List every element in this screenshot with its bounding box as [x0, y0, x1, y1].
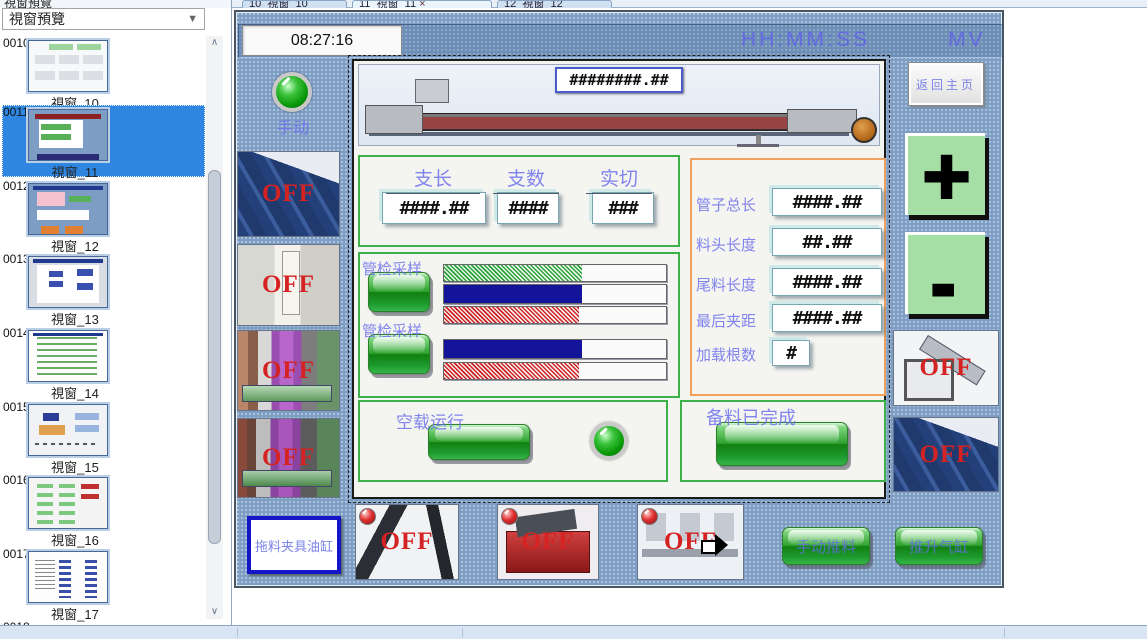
sampling-button-1[interactable]: [368, 272, 430, 312]
machine-image-cutter[interactable]: OFF: [497, 504, 599, 580]
machine-image-clamp-left[interactable]: OFF: [237, 151, 340, 237]
progress-bar-red-1[interactable]: [443, 306, 667, 324]
hmi-editor-window: 10 視窗_10 11 視窗_11 × 12 視窗_12 視窗預覽 視窗預覽 ▼…: [0, 0, 1147, 639]
machine-image-feeder-2[interactable]: OFF: [237, 418, 340, 498]
scroll-up-icon[interactable]: ∧: [206, 36, 223, 50]
machine-image-feeder-1[interactable]: OFF: [237, 330, 340, 411]
preview-pane-title: 視窗預覽: [9, 9, 65, 29]
plus-button[interactable]: +: [905, 133, 985, 215]
progress-bar-navy-2[interactable]: [443, 339, 667, 359]
minus-button[interactable]: -: [905, 232, 985, 314]
tab-window-10[interactable]: 10 視窗_10: [242, 0, 347, 8]
status-bar: [0, 625, 1147, 639]
window-thumbnail[interactable]: [28, 109, 108, 161]
off-status-label: OFF: [920, 441, 973, 469]
sidebar-item-window-13[interactable]: 0013 視窗_13: [2, 252, 205, 324]
home-button[interactable]: 返回主页: [908, 62, 984, 106]
window-thumbnail[interactable]: [28, 40, 108, 92]
machine-length-value: ########.##: [569, 71, 668, 89]
off-status-label: OFF: [262, 444, 315, 472]
pipe-tail-length-display[interactable]: ####.##: [772, 268, 882, 296]
sidebar-item-window-11[interactable]: 0011 視窗_11: [2, 105, 205, 177]
clock-display[interactable]: 08:27:16: [242, 25, 402, 56]
sidebar-title-clipped: 視窗預覽: [0, 0, 231, 8]
machine-image-hopper[interactable]: OFF: [355, 504, 459, 580]
scrollbar-thumb[interactable]: [208, 170, 221, 544]
idle-run-button[interactable]: [428, 424, 530, 460]
counter-value-cut[interactable]: ###: [592, 192, 654, 224]
scroll-down-icon[interactable]: ∨: [206, 605, 223, 619]
machine-length-display[interactable]: ########.##: [555, 67, 683, 93]
clamp-cylinder-button[interactable]: 拖料夹具油缸: [247, 516, 341, 574]
off-status-label: OFF: [262, 271, 315, 299]
document-tab-strip: 10 視窗_10 11 視窗_11 × 12 視窗_12: [232, 0, 1147, 8]
manual-mode-led[interactable]: [272, 72, 312, 112]
load-count-display[interactable]: #: [772, 340, 810, 366]
off-status-label: OFF: [381, 528, 434, 556]
progress-bar-navy-1[interactable]: [443, 284, 667, 304]
off-status-label: OFF: [522, 528, 575, 556]
machine-image-cylinder[interactable]: OFF: [237, 244, 340, 326]
off-status-label: OFF: [262, 180, 315, 208]
red-led-icon: [641, 508, 658, 525]
window-preview-sidebar: 視窗預覽 視窗預覽 ▼ 0010 視窗_10 0011 視窗_11 0012 視…: [0, 0, 232, 625]
window-thumbnail[interactable]: [28, 404, 108, 456]
clock-value: 08:27:16: [291, 32, 353, 50]
counter-value-length[interactable]: ####.##: [382, 192, 486, 224]
run-indicator-led[interactable]: [590, 422, 628, 460]
window-thumbnail[interactable]: [28, 330, 108, 382]
tab-window-11[interactable]: 11 視窗_11 ×: [352, 0, 492, 8]
tab-close-icon[interactable]: ×: [419, 0, 425, 8]
sampling-button-2[interactable]: [368, 334, 430, 374]
machine-image-clamp-right[interactable]: OFF: [893, 417, 999, 492]
progress-bar-green[interactable]: [443, 264, 667, 282]
off-status-label: OFF: [920, 354, 973, 382]
machine-illustration[interactable]: ########.##: [358, 64, 880, 146]
manual-push-button[interactable]: 手动推料: [782, 527, 870, 565]
window-thumbnail[interactable]: [28, 551, 108, 603]
pipe-total-length-display[interactable]: ####.##: [772, 188, 882, 216]
window-thumbnail[interactable]: [28, 256, 108, 308]
sidebar-scrollbar[interactable]: ∧ ∨: [206, 36, 223, 619]
window-thumbnail[interactable]: [28, 477, 108, 529]
lift-cylinder-button[interactable]: 推升气缸: [895, 527, 983, 565]
sidebar-item-window-17[interactable]: 0017 視窗_17: [2, 547, 205, 619]
sidebar-item-window-10[interactable]: 0010 視窗_10: [2, 36, 205, 108]
sidebar-item-window-12[interactable]: 0012 視窗_12: [2, 179, 205, 251]
pipe-head-length-display[interactable]: ##.##: [772, 228, 882, 256]
red-led-icon: [359, 508, 376, 525]
sidebar-item-window-14[interactable]: 0014 視窗_14: [2, 326, 205, 398]
chevron-down-icon: ▼: [187, 13, 198, 25]
pipe-last-clamp-display[interactable]: ####.##: [772, 304, 882, 332]
progress-bar-red-2[interactable]: [443, 362, 667, 380]
red-led-icon: [501, 508, 518, 525]
time-format-label[interactable]: HH:MM:SS: [741, 28, 870, 52]
sidebar-item-window-16[interactable]: 0016 視窗_16: [2, 473, 205, 545]
counter-value-count[interactable]: ####: [497, 192, 559, 224]
off-status-label: OFF: [262, 357, 315, 385]
tab-window-12[interactable]: 12 視窗_12: [497, 0, 612, 8]
sidebar-item-window-15[interactable]: 0015 視窗_15: [2, 400, 205, 472]
preview-pane-selector[interactable]: 視窗預覽 ▼: [2, 8, 205, 30]
arrow-right-icon: [701, 535, 731, 557]
mv-label[interactable]: MV: [948, 28, 986, 52]
machine-image-conveyor[interactable]: OFF: [637, 504, 744, 580]
ready-button[interactable]: [716, 422, 848, 466]
window-thumbnail[interactable]: [28, 183, 108, 235]
machine-image-arm[interactable]: OFF: [893, 330, 999, 406]
machine-wheel: [851, 117, 877, 143]
